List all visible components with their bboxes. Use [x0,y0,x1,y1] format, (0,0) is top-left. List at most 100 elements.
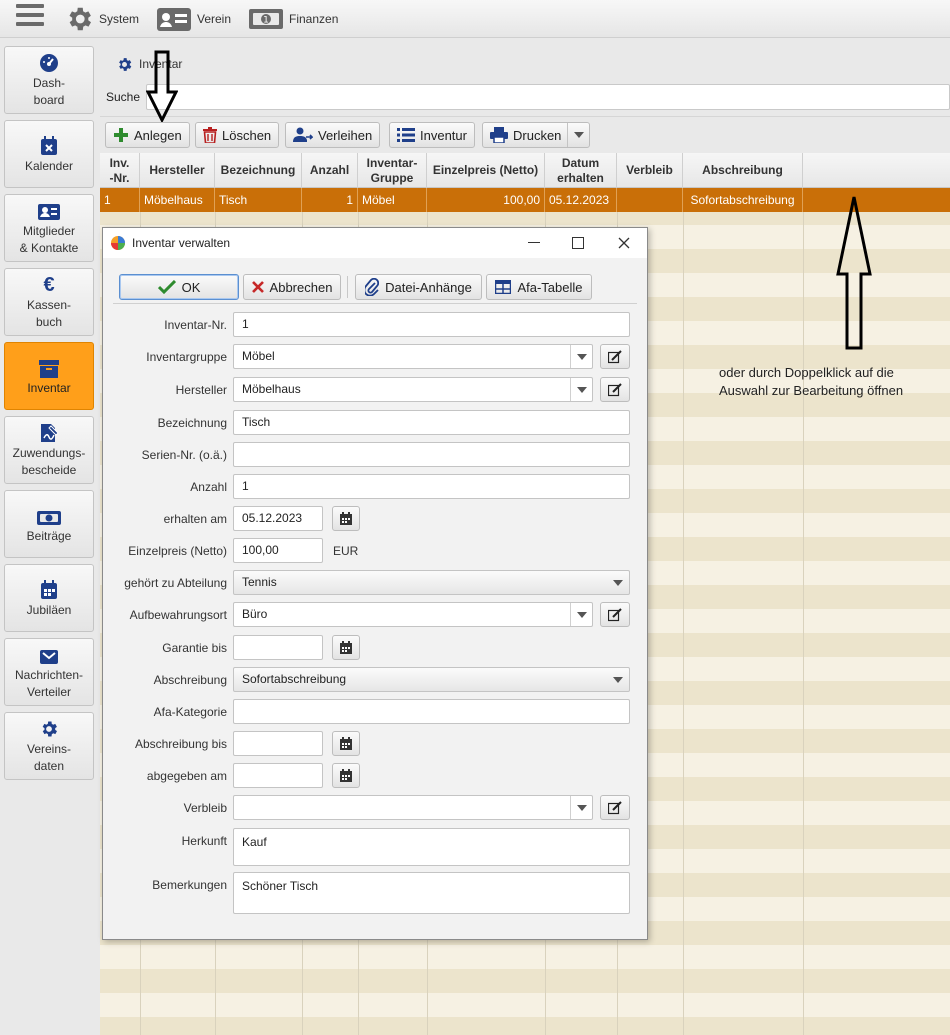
verleihen-button[interactable]: Verleihen [285,122,381,148]
inventar-nr-field[interactable]: 1 [233,312,630,337]
inventur-button[interactable]: Inventur [389,122,475,148]
chevron-down-icon[interactable] [570,345,592,368]
table-cell: Möbelhaus [140,188,215,212]
nav-dashboard-label: Dash- board [32,76,65,107]
search-input[interactable] [146,84,950,110]
nav-nachrichten-label: Nachrichten- Verteiler [14,668,84,699]
chevron-down-icon[interactable] [570,796,592,819]
column-header[interactable]: Inv. -Nr. [100,153,140,188]
app-logo-icon [111,236,125,250]
loeschen-button[interactable]: Löschen [195,122,280,148]
bezeichnung-field[interactable]: Tisch [233,410,630,435]
column-header[interactable]: Abschreibung [683,153,803,188]
nav-dashboard[interactable]: Dash- board [4,46,94,114]
chevron-down-icon[interactable] [570,378,592,401]
nav-beitraege[interactable]: Beiträge [4,490,94,558]
maximize-icon[interactable] [555,228,601,258]
einzelpreis-field[interactable]: 100,00 [233,538,323,563]
garantie-bis-label: Garantie bis [162,641,227,655]
afa-kategorie-field[interactable] [233,699,630,724]
abgegeben-am-label: abgegeben am [146,769,227,783]
column-header[interactable]: Bezeichnung [215,153,302,188]
column-header[interactable]: Verbleib [617,153,683,188]
nav-zuwendungsbescheide[interactable]: Zuwendungs- bescheide [4,416,94,484]
nav-kalender-label: Kalender [24,158,74,173]
money-icon: 1 [249,9,283,29]
nav-inventar[interactable]: Inventar [4,342,94,410]
menu-finanzen[interactable]: 1 Finanzen [248,4,338,34]
anlegen-button[interactable]: Anlegen [105,122,190,148]
close-icon[interactable] [601,228,647,258]
printer-icon [490,127,508,143]
edit-icon [608,382,622,396]
abbrechen-button[interactable]: Abbrechen [243,274,341,300]
erhalten-am-field[interactable]: 05.12.2023 [233,506,323,531]
anzahl-field[interactable]: 1 [233,474,630,499]
minimize-icon[interactable] [511,228,557,258]
abschreibung-label: Abschreibung [153,673,227,687]
calendar-icon [340,737,352,750]
garantie-bis-field[interactable] [233,635,323,660]
edit-hersteller-button[interactable] [600,377,630,402]
currency-unit: EUR [333,544,359,558]
annotation-arrow-up [836,196,872,350]
column-header[interactable]: Hersteller [140,153,215,188]
seriennr-field[interactable] [233,442,630,467]
erhalten-am-calendar-button[interactable] [332,506,360,531]
menu-verein-label: Verein [197,12,232,26]
envelope-icon [40,650,58,664]
edit-inventargruppe-button[interactable] [600,344,630,369]
archive-icon [39,359,59,378]
nav-kassenbuch[interactable]: € Kassen- buch [4,268,94,336]
edit-aufbewahrungsort-button[interactable] [600,602,630,627]
menu-system[interactable]: System [64,4,139,34]
nav-kalender[interactable]: Kalender [4,120,94,188]
chevron-down-icon[interactable] [567,123,589,147]
chevron-down-icon[interactable] [570,603,592,626]
bezeichnung-label: Bezeichnung [157,416,227,430]
nav-mitglieder[interactable]: Mitglieder & Kontakte [4,194,94,262]
abschreibung-select[interactable]: Sofortabschreibung [233,667,630,692]
signature-icon [41,424,59,442]
abgegeben-am-calendar-button[interactable] [332,763,360,788]
abschreibung-bis-field[interactable] [233,731,323,756]
drucken-button[interactable]: Drucken [482,122,591,148]
datei-anhaenge-button[interactable]: Datei-Anhänge [355,274,482,300]
nav-vereinsdaten[interactable]: Vereins- daten [4,712,94,780]
herkunft-textarea[interactable]: Kauf [233,828,630,866]
ok-button[interactable]: OK [119,274,239,300]
dialog-titlebar[interactable]: Inventar verwalten [103,228,647,258]
hersteller-combo[interactable]: Möbelhaus [233,377,593,402]
nav-zuwendungsbescheide-label: Zuwendungs- bescheide [12,446,86,477]
abgegeben-am-field[interactable] [233,763,323,788]
nav-jubilaeen[interactable]: Jubiläen [4,564,94,632]
afa-tabelle-button[interactable]: Afa-Tabelle [486,274,592,300]
nav-nachrichten[interactable]: Nachrichten- Verteiler [4,638,94,706]
column-header[interactable]: Inventar- Gruppe [358,153,427,188]
list-icon [397,128,415,142]
abschreibung-bis-calendar-button[interactable] [332,731,360,756]
abschreibung-bis-label: Abschreibung bis [134,737,227,751]
erhalten-am-label: erhalten am [163,512,227,526]
aufbewahrungsort-combo[interactable]: Büro [233,602,593,627]
edit-verbleib-button[interactable] [600,795,630,820]
table-row[interactable]: 1 Möbelhaus Tisch 1 Möbel 100,00 05.12.2… [100,188,950,212]
nav-mitglieder-label: Mitglieder & Kontakte [19,224,79,255]
column-header[interactable]: Einzelpreis (Netto) [427,153,545,188]
garantie-bis-calendar-button[interactable] [332,635,360,660]
annotation-line-1: oder durch Doppelklick auf die [719,365,894,380]
inventar-nr-label: Inventar-Nr. [164,318,227,332]
hamburger-menu-icon[interactable] [16,4,44,32]
svg-text:1: 1 [263,16,269,26]
menu-verein[interactable]: Verein [156,4,231,34]
inventargruppe-combo[interactable]: Möbel [233,344,593,369]
column-header[interactable]: Datum erhalten [545,153,617,188]
table-cell: Möbel [358,188,427,212]
abteilung-select[interactable]: Tennis [233,570,630,595]
bemerkungen-textarea[interactable]: Schöner Tisch [233,872,630,914]
column-header[interactable]: Anzahl [302,153,358,188]
calendar-icon [41,579,57,599]
verbleib-combo[interactable] [233,795,593,820]
dialog-button-bar: OK Abbrechen Datei-Anhänge Afa-Tabelle [113,268,637,304]
einzelpreis-label: Einzelpreis (Netto) [128,544,227,558]
